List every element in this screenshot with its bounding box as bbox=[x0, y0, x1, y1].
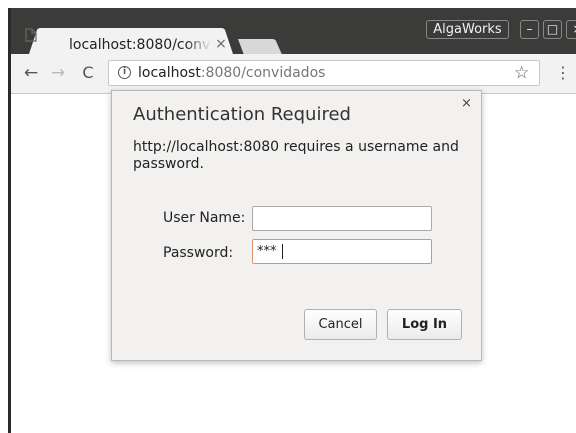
forward-arrow-icon[interactable]: → bbox=[48, 63, 68, 83]
reload-icon[interactable]: C bbox=[78, 63, 98, 83]
star-icon[interactable]: ☆ bbox=[514, 63, 529, 83]
login-button[interactable]: Log In bbox=[387, 309, 462, 340]
window-close-icon[interactable]: × bbox=[566, 20, 576, 39]
info-icon[interactable]: i bbox=[118, 66, 131, 79]
auth-dialog: × Authentication Required http://localho… bbox=[111, 90, 482, 361]
dialog-title: Authentication Required bbox=[133, 104, 351, 125]
browser-titlebar: localhost:8080/convidados × AlgaWorks – … bbox=[11, 8, 576, 66]
text-caret bbox=[282, 244, 283, 259]
tab-close-icon[interactable]: × bbox=[213, 36, 229, 52]
url-path: :8080/convidados bbox=[200, 65, 326, 81]
page-icon bbox=[25, 28, 37, 42]
maximize-icon[interactable]: □ bbox=[543, 20, 562, 39]
address-bar[interactable]: i localhost:8080/convidados ☆ bbox=[108, 60, 540, 86]
minimize-icon[interactable]: – bbox=[520, 20, 539, 39]
username-field[interactable] bbox=[252, 206, 432, 231]
profile-button[interactable]: AlgaWorks bbox=[426, 20, 509, 39]
password-field[interactable] bbox=[252, 239, 432, 264]
url-text: localhost:8080/convidados bbox=[138, 65, 325, 81]
username-label: User Name: bbox=[163, 210, 246, 226]
browser-toolbar: ← → C i localhost:8080/convidados ☆ ⋮ bbox=[11, 54, 576, 94]
cancel-button[interactable]: Cancel bbox=[304, 309, 377, 340]
back-arrow-icon[interactable]: ← bbox=[21, 63, 41, 83]
dialog-message: http://localhost:8080 requires a usernam… bbox=[133, 139, 459, 172]
menu-icon[interactable]: ⋮ bbox=[555, 63, 571, 83]
password-label: Password: bbox=[163, 245, 234, 261]
url-host: localhost bbox=[138, 65, 201, 81]
dialog-close-icon[interactable]: × bbox=[461, 96, 472, 111]
tab-title: localhost:8080/convidados bbox=[69, 37, 211, 53]
